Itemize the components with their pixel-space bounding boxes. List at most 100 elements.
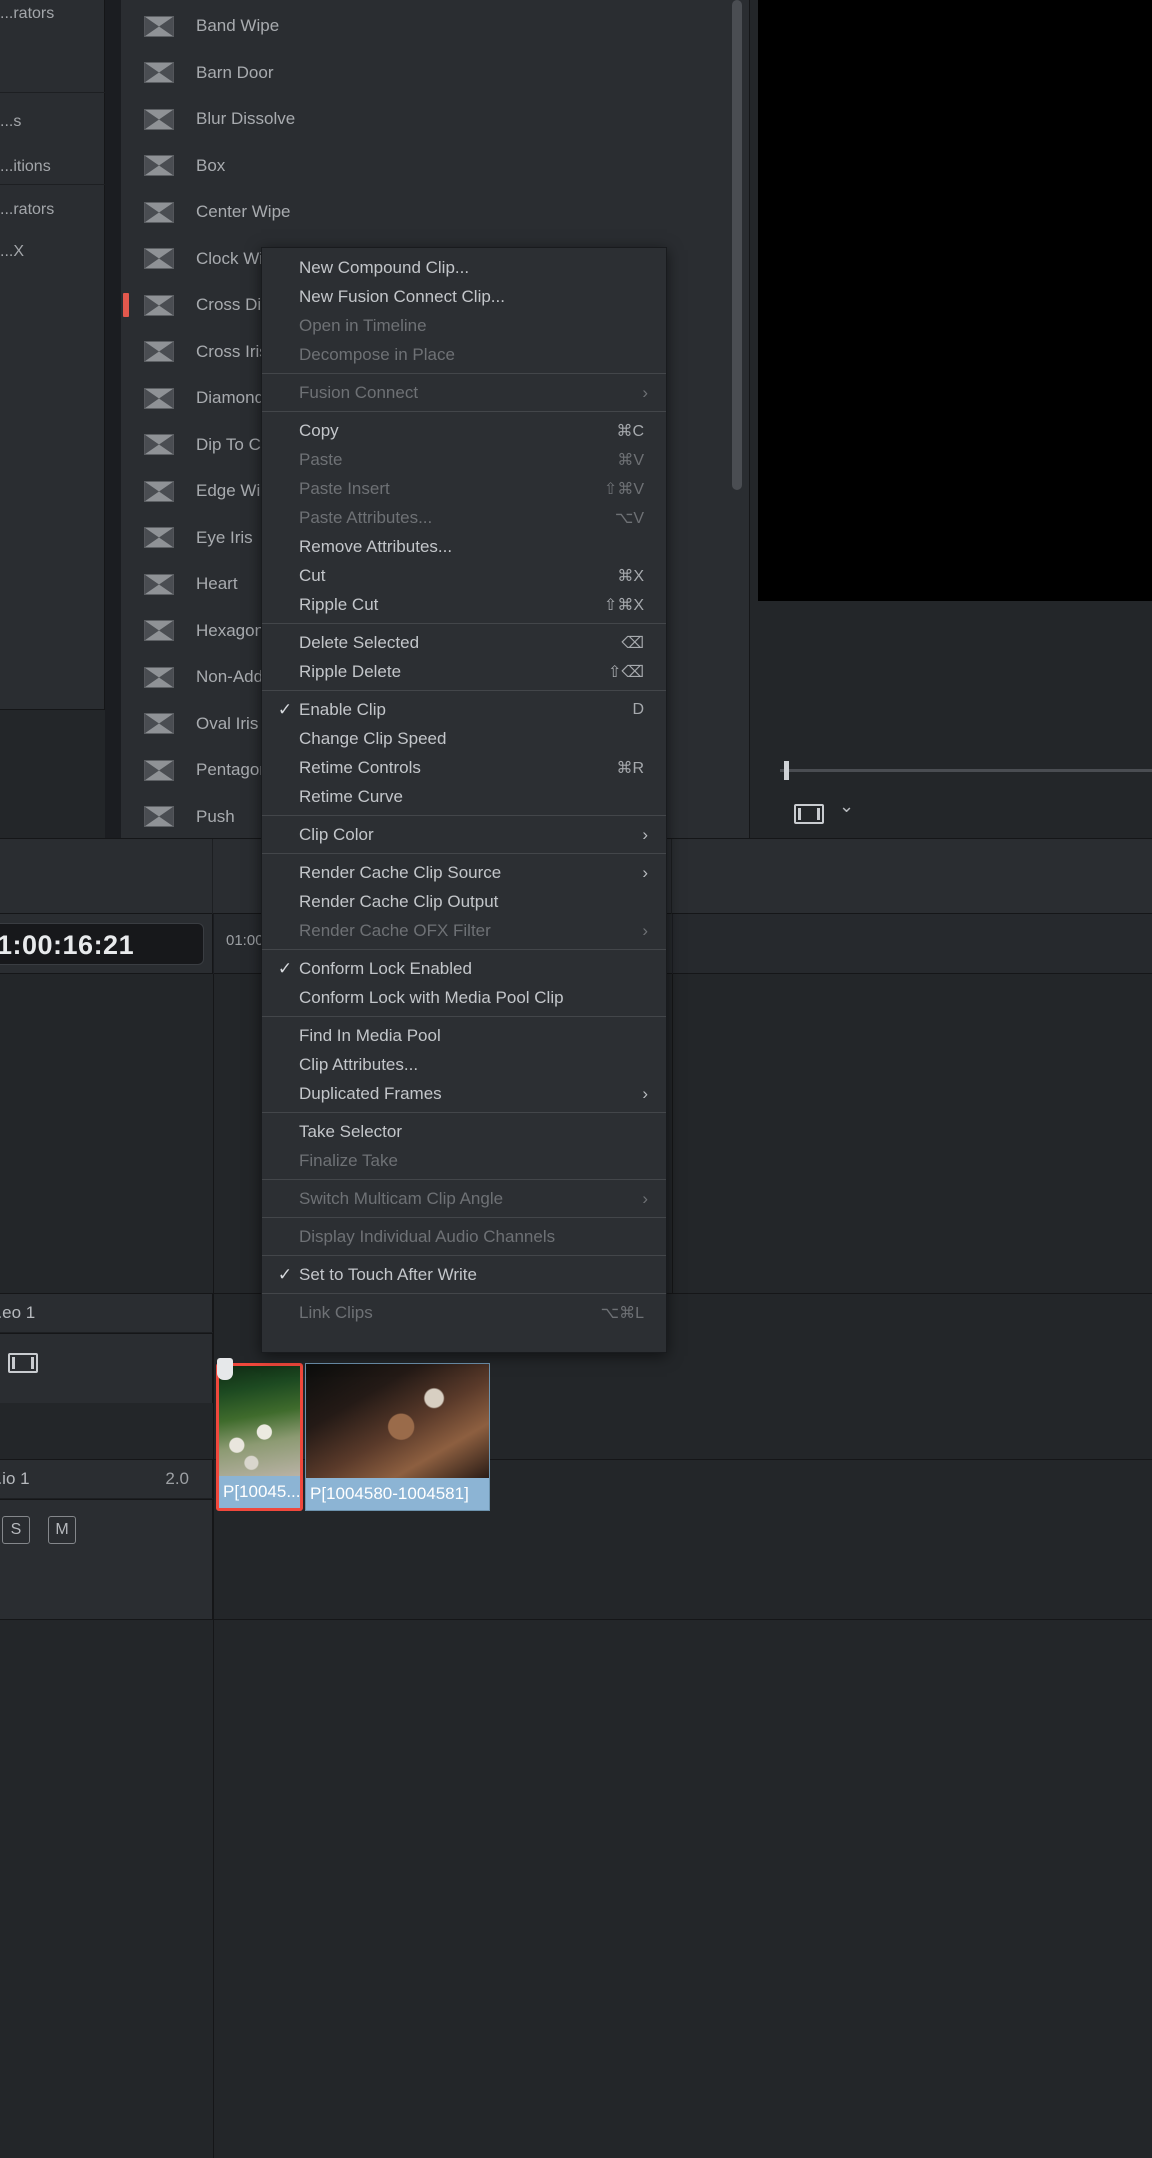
menu-item[interactable]: New Compound Clip... xyxy=(262,253,666,282)
chevron-right-icon: › xyxy=(642,862,648,882)
viewer-panel: ⌄ xyxy=(732,0,1152,838)
menu-item: Link Clips ⌥⌘L xyxy=(262,1298,666,1327)
timecode-display[interactable]: 1:00:16:21 xyxy=(0,923,204,965)
menu-item[interactable]: Render Cache Clip Output xyxy=(262,887,666,916)
menu-item[interactable]: ✓ Set to Touch After Write xyxy=(262,1260,666,1289)
menu-item[interactable]: Take Selector xyxy=(262,1117,666,1146)
transition-thumbnail-icon xyxy=(139,477,179,505)
transition-list-item[interactable]: Center Wipe xyxy=(121,189,750,236)
menu-item[interactable]: ✓ Conform Lock Enabled xyxy=(262,954,666,983)
menu-item-label: Decompose in Place xyxy=(299,344,455,364)
viewer-transport-row[interactable] xyxy=(758,755,1152,785)
menu-item[interactable]: Render Cache Clip Source › xyxy=(262,858,666,887)
chevron-right-icon: › xyxy=(642,920,648,940)
track-separator-bottom xyxy=(0,1619,1152,1620)
menu-item[interactable]: Conform Lock with Media Pool Clip xyxy=(262,983,666,1012)
menu-item[interactable]: Cut ⌘X xyxy=(262,561,666,590)
menu-item[interactable]: Retime Controls ⌘R xyxy=(262,753,666,782)
menu-item[interactable]: Change Clip Speed xyxy=(262,724,666,753)
lane-divider-1 xyxy=(672,974,673,1293)
viewer-tool-row: ⌄ xyxy=(758,796,1152,832)
list-scrollbar[interactable] xyxy=(732,0,742,490)
audio-track-label-row: ...io 1 2.0 xyxy=(0,1459,213,1499)
menu-item[interactable]: Clip Color › xyxy=(262,820,666,849)
menu-item[interactable]: Remove Attributes... xyxy=(262,532,666,561)
menu-separator xyxy=(262,1112,666,1113)
transition-thumbnail-icon xyxy=(139,198,179,226)
menu-item[interactable]: Ripple Cut ⇧⌘X xyxy=(262,590,666,619)
transition-list-item[interactable]: Barn Door xyxy=(121,50,750,97)
library-nav-item[interactable]: ...rators xyxy=(0,2,105,26)
menu-item: Finalize Take xyxy=(262,1146,666,1175)
menu-separator xyxy=(262,1293,666,1294)
transition-thumbnail-icon xyxy=(139,338,179,366)
chevron-right-icon: › xyxy=(642,1083,648,1103)
audio-solo-button[interactable]: S xyxy=(2,1516,30,1544)
transition-thumbnail-icon xyxy=(139,803,179,831)
menu-item-shortcut: ⌘V xyxy=(617,451,644,469)
menu-item-label: Copy xyxy=(299,420,339,440)
menu-item[interactable]: Delete Selected ⌫ xyxy=(262,628,666,657)
menu-item-label: Render Cache Clip Source xyxy=(299,862,502,882)
checkmark-icon: ✓ xyxy=(277,1264,293,1284)
panel-divider[interactable] xyxy=(105,0,121,838)
menu-item-label: Take Selector xyxy=(299,1121,402,1141)
chevron-right-icon: › xyxy=(642,824,648,844)
menu-separator xyxy=(262,853,666,854)
menu-item[interactable]: Duplicated Frames › xyxy=(262,1079,666,1108)
menu-item: Display Individual Audio Channels xyxy=(262,1222,666,1251)
transition-label: Barn Door xyxy=(196,62,274,82)
menu-item-label: Paste xyxy=(299,449,343,469)
video-track-filmstrip-icon[interactable] xyxy=(8,1353,38,1373)
library-nav-item[interactable]: ...X xyxy=(0,240,105,264)
track-separator-audio-head xyxy=(0,1499,213,1500)
menu-item: Paste ⌘V xyxy=(262,445,666,474)
menu-item-shortcut: ⌥⌘L xyxy=(600,1304,644,1322)
audio-mute-button[interactable]: M xyxy=(48,1516,76,1544)
transition-thumbnail-icon xyxy=(139,245,179,273)
menu-item[interactable]: Find In Media Pool xyxy=(262,1021,666,1050)
menu-item[interactable]: New Fusion Connect Clip... xyxy=(262,282,666,311)
checkmark-icon: ✓ xyxy=(277,699,293,719)
library-nav-item[interactable]: ...itions xyxy=(0,155,105,179)
transition-thumbnail-icon xyxy=(139,570,179,598)
menu-separator xyxy=(262,1016,666,1017)
transition-label: Eye Iris xyxy=(196,527,253,547)
timeline-clip-second[interactable]: P[1004580-1004581] xyxy=(305,1363,490,1511)
menu-item-label: Retime Controls xyxy=(299,757,421,777)
library-nav-item[interactable]: ...rators xyxy=(0,198,105,222)
chevron-down-icon[interactable]: ⌄ xyxy=(839,796,854,817)
transition-list-item[interactable]: Box xyxy=(121,143,750,190)
toolbar-segment-left xyxy=(0,839,213,915)
clip-context-menu[interactable]: New Compound Clip... New Fusion Connect C… xyxy=(261,247,667,1353)
transition-label: Box xyxy=(196,155,226,175)
menu-item[interactable]: Ripple Delete ⇧⌫ xyxy=(262,657,666,686)
viewer-slider-track[interactable] xyxy=(780,769,1152,772)
menu-separator xyxy=(262,815,666,816)
menu-item[interactable]: Clip Attributes... xyxy=(262,1050,666,1079)
transition-list-item[interactable]: Blur Dissolve xyxy=(121,96,750,143)
menu-item-label: Link Clips xyxy=(299,1302,373,1322)
transition-thumbnail-icon xyxy=(139,663,179,691)
playhead-handle[interactable] xyxy=(217,1358,233,1380)
menu-item-label: Change Clip Speed xyxy=(299,728,447,748)
menu-item-label: Conform Lock with Media Pool Clip xyxy=(299,987,564,1007)
video-track-header[interactable]: ...eo 1 xyxy=(0,1293,213,1403)
viewer-slider-knob[interactable] xyxy=(784,761,789,780)
transition-list-item[interactable]: Band Wipe xyxy=(121,3,750,50)
menu-item[interactable]: Retime Curve xyxy=(262,782,666,811)
filmstrip-icon[interactable] xyxy=(794,804,824,824)
library-nav-item[interactable]: ...s xyxy=(0,110,105,134)
transition-thumbnail-icon xyxy=(139,59,179,87)
menu-item-label: Ripple Delete xyxy=(299,661,402,681)
menu-item[interactable]: Copy ⌘C xyxy=(262,416,666,445)
viewer-canvas[interactable] xyxy=(758,0,1152,601)
timecode-bar: 1:00:16:21 xyxy=(0,914,213,974)
timeline-clip-selected[interactable]: P[10045... xyxy=(216,1363,303,1511)
menu-item[interactable]: ✓ Enable Clip D xyxy=(262,695,666,724)
menu-item-label: Fusion Connect xyxy=(299,382,419,402)
audio-track-header[interactable]: ...io 1 2.0 S M xyxy=(0,1459,213,1619)
library-nav-item[interactable] xyxy=(0,48,105,72)
transition-label: Push xyxy=(196,806,235,826)
transition-label: Center Wipe xyxy=(196,202,291,222)
